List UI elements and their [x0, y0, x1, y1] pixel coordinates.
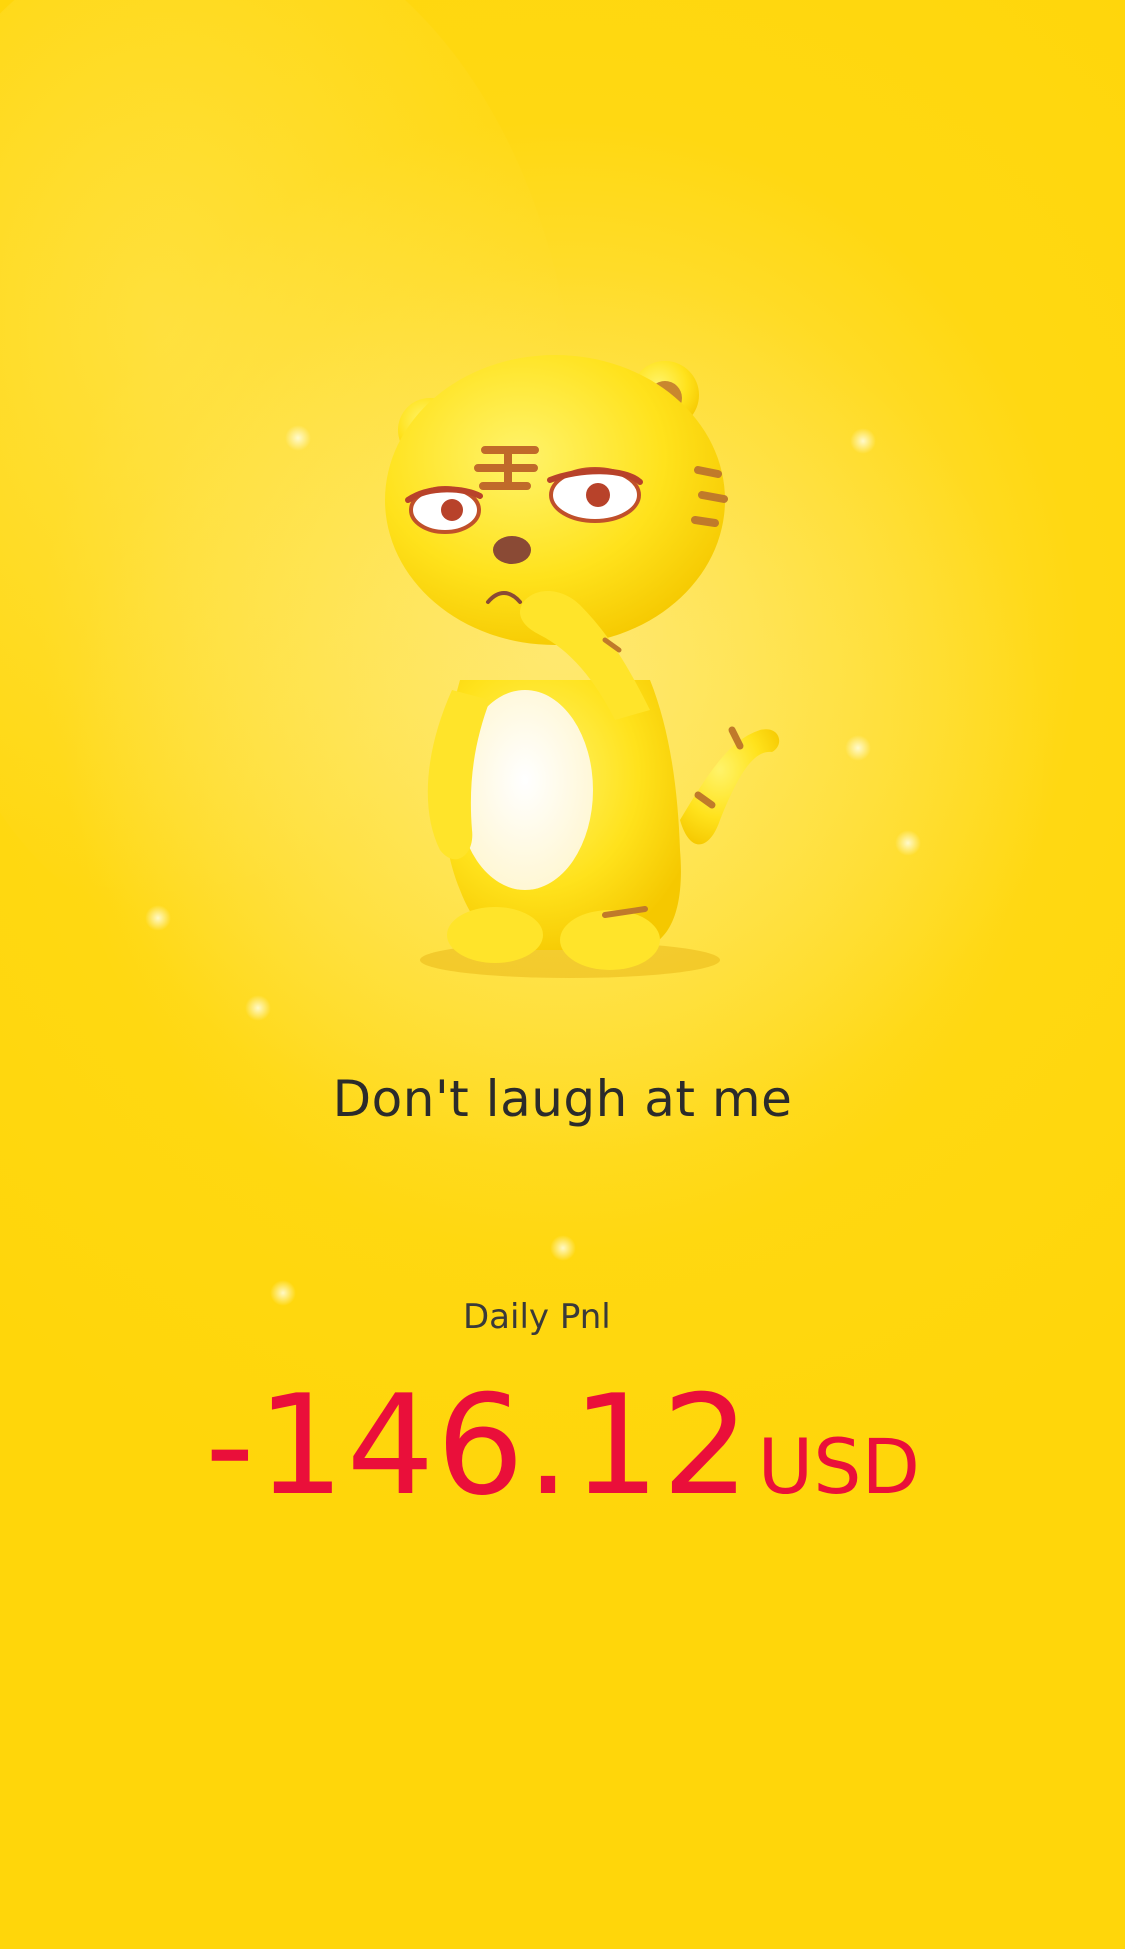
- daily-pnl-label: Daily Pnl: [463, 1297, 611, 1337]
- sparkle: [895, 830, 921, 856]
- pnl-share-card: Don't laugh at me Daily Pnl -146.12USD: [0, 0, 1125, 1949]
- sparkle: [270, 1280, 296, 1306]
- sparkle: [550, 1235, 576, 1261]
- pnl-value: -146.12: [204, 1365, 752, 1526]
- sparkle: [145, 905, 171, 931]
- pnl-unit: USD: [757, 1422, 921, 1511]
- tagline: Don't laugh at me: [332, 1070, 793, 1128]
- sparkle: [845, 735, 871, 761]
- sparkle: [245, 995, 271, 1021]
- tiger-mascot-icon: [385, 355, 780, 978]
- sparkle: [285, 425, 311, 451]
- daily-pnl-amount: -146.12USD: [0, 1365, 1125, 1526]
- sparkle: [850, 428, 876, 454]
